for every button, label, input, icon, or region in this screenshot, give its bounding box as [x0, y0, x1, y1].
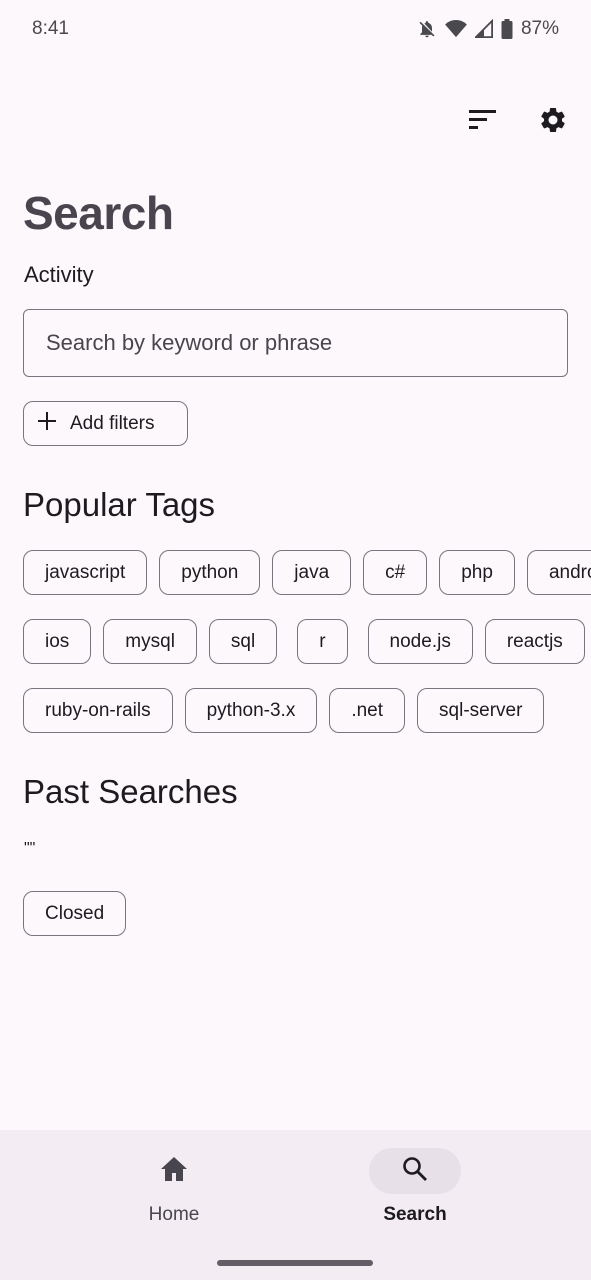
- settings-button[interactable]: [533, 100, 573, 144]
- tag-chip[interactable]: .net: [329, 688, 406, 733]
- tag-chip[interactable]: sql: [208, 619, 278, 664]
- sort-icon: [469, 109, 497, 136]
- battery-icon: [501, 19, 513, 39]
- tag-chip[interactable]: sql-server: [417, 688, 545, 733]
- popular-tags-title: Popular Tags: [23, 486, 216, 523]
- past-search-chips: Closed: [23, 891, 127, 936]
- add-filters-label: Add filters: [70, 412, 155, 434]
- tag-chip[interactable]: android: [526, 550, 591, 595]
- tag-chip[interactable]: php: [439, 550, 515, 595]
- signal-icon: [474, 19, 493, 39]
- tag-chip[interactable]: c#: [363, 550, 428, 595]
- page-title: Search: [23, 187, 174, 239]
- bell-off-icon: [417, 19, 437, 39]
- tag-chip[interactable]: java: [272, 550, 352, 595]
- tag-chip[interactable]: javascript: [23, 550, 148, 595]
- gesture-handle[interactable]: [217, 1260, 373, 1266]
- tag-row-2: ios mysql sql r node.js reactjs: [23, 619, 585, 664]
- status-icons: 87%: [417, 18, 559, 40]
- past-search-chip-closed[interactable]: Closed: [23, 891, 127, 936]
- status-bar: 8:41 87%: [0, 0, 591, 58]
- nav-pill-home: [128, 1148, 220, 1194]
- nav-item-search[interactable]: Search: [335, 1148, 495, 1226]
- page-subtitle: Activity: [24, 262, 94, 287]
- sort-button[interactable]: [463, 100, 503, 144]
- tag-row-1: javascript python java c# php android: [23, 550, 591, 595]
- tag-row-3: ruby-on-rails python-3.x .net sql-server: [23, 688, 545, 733]
- tag-chip[interactable]: ios: [23, 619, 92, 664]
- search-icon: [402, 1156, 428, 1187]
- top-actions: [463, 100, 573, 144]
- gear-icon: [538, 105, 568, 140]
- bottom-nav: Home Search: [0, 1130, 591, 1280]
- status-time: 8:41: [32, 18, 69, 39]
- past-searches-title: Past Searches: [23, 773, 238, 810]
- tag-chip[interactable]: ruby-on-rails: [23, 688, 173, 733]
- tag-chip[interactable]: python: [159, 550, 261, 595]
- past-search-query[interactable]: "": [24, 840, 35, 858]
- tag-chip[interactable]: r: [297, 619, 348, 664]
- plus-icon: [38, 411, 56, 436]
- tag-chip[interactable]: node.js: [367, 619, 473, 664]
- add-filters-button[interactable]: Add filters: [23, 401, 188, 446]
- nav-item-home[interactable]: Home: [94, 1148, 254, 1226]
- wifi-icon: [445, 19, 467, 39]
- tag-chip[interactable]: mysql: [103, 619, 197, 664]
- nav-label-home: Home: [148, 1204, 200, 1225]
- search-input[interactable]: [23, 309, 568, 377]
- home-icon: [160, 1156, 188, 1187]
- tag-chip[interactable]: python-3.x: [184, 688, 318, 733]
- nav-pill-search: [369, 1148, 461, 1194]
- nav-label-search: Search: [383, 1204, 447, 1225]
- tag-chip[interactable]: reactjs: [484, 619, 585, 664]
- battery-percent: 87%: [520, 18, 559, 39]
